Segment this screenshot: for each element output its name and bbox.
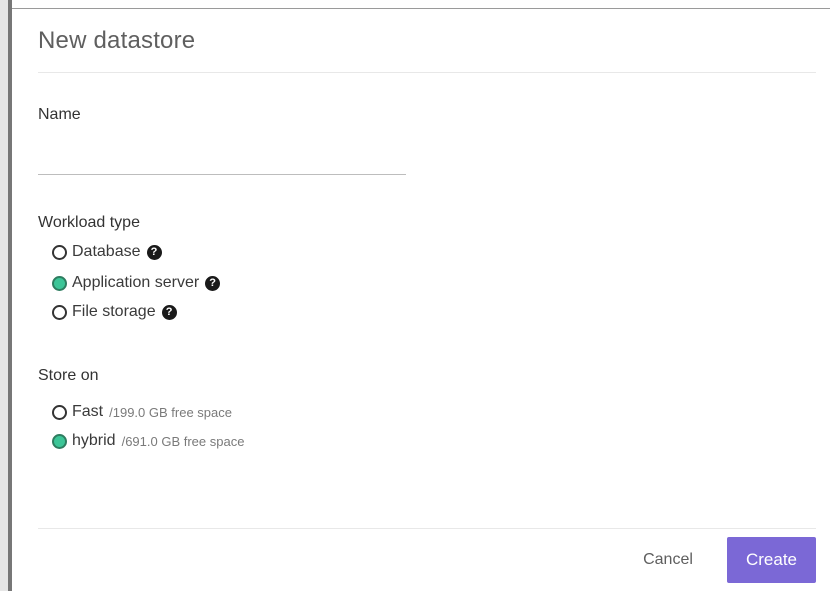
workload-option-database[interactable]: Database ? bbox=[52, 243, 162, 261]
store-option-label: hybrid bbox=[72, 432, 116, 449]
store-on-label: Store on bbox=[38, 367, 99, 384]
store-option-label: Fast bbox=[72, 403, 104, 420]
workload-option-label: Application server bbox=[72, 274, 200, 291]
footer-divider bbox=[38, 528, 816, 529]
background-window-edge bbox=[0, 0, 8, 591]
question-circle-icon[interactable]: ? bbox=[161, 304, 177, 320]
create-button[interactable]: Create bbox=[727, 537, 816, 583]
radio-button-selected[interactable] bbox=[52, 433, 67, 449]
radio-button[interactable] bbox=[52, 404, 67, 420]
free-space-note: /691.0 GB free space bbox=[121, 433, 245, 449]
dialog-top-border bbox=[12, 8, 830, 9]
radio-button-selected[interactable] bbox=[52, 275, 67, 291]
header-divider bbox=[38, 72, 816, 73]
free-space-note: /199.0 GB free space bbox=[109, 404, 232, 420]
name-label: Name bbox=[38, 106, 81, 123]
window-border bbox=[8, 0, 12, 591]
question-circle-icon[interactable]: ? bbox=[205, 275, 221, 291]
radio-button[interactable] bbox=[52, 304, 67, 320]
workload-option-application-server[interactable]: Application server ? bbox=[52, 274, 221, 292]
store-option-fast[interactable]: Fast /199.0 GB free space bbox=[52, 403, 232, 421]
workload-option-file-storage[interactable]: File storage ? bbox=[52, 303, 177, 321]
workload-type-label: Workload type bbox=[38, 214, 140, 231]
question-circle-icon[interactable]: ? bbox=[146, 244, 162, 260]
store-option-hybrid[interactable]: hybrid /691.0 GB free space bbox=[52, 432, 244, 450]
dialog-title: New datastore bbox=[38, 27, 196, 54]
cancel-button[interactable]: Cancel bbox=[628, 537, 708, 583]
workload-option-label: File storage bbox=[72, 303, 156, 320]
name-input[interactable] bbox=[38, 140, 406, 175]
radio-button[interactable] bbox=[52, 244, 67, 260]
workload-option-label: Database bbox=[72, 243, 141, 260]
